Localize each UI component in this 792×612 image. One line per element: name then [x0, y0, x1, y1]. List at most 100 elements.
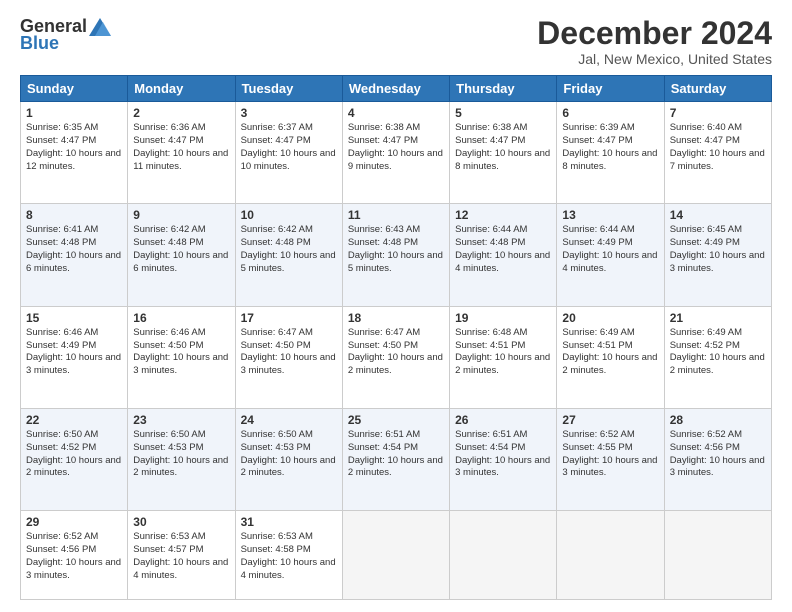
day-info: Sunset: 4:48 PM	[455, 237, 551, 250]
day-info: Sunrise: 6:44 AM	[455, 224, 551, 237]
col-tuesday: Tuesday	[235, 76, 342, 102]
table-row: 4Sunrise: 6:38 AMSunset: 4:47 PMDaylight…	[342, 102, 449, 204]
day-info: Daylight: 10 hours and 2 minutes.	[133, 455, 229, 481]
day-number: 26	[455, 413, 551, 427]
day-info: Sunset: 4:52 PM	[26, 442, 122, 455]
day-info: Sunrise: 6:35 AM	[26, 122, 122, 135]
day-info: Daylight: 10 hours and 8 minutes.	[455, 148, 551, 174]
table-row: 31Sunrise: 6:53 AMSunset: 4:58 PMDayligh…	[235, 511, 342, 600]
day-info: Daylight: 10 hours and 2 minutes.	[348, 455, 444, 481]
day-info: Daylight: 10 hours and 3 minutes.	[241, 352, 337, 378]
calendar-header-row: Sunday Monday Tuesday Wednesday Thursday…	[21, 76, 772, 102]
day-info: Sunset: 4:50 PM	[241, 340, 337, 353]
day-number: 3	[241, 106, 337, 120]
day-info: Sunset: 4:47 PM	[348, 135, 444, 148]
table-row: 11Sunrise: 6:43 AMSunset: 4:48 PMDayligh…	[342, 204, 449, 306]
day-info: Daylight: 10 hours and 4 minutes.	[241, 557, 337, 583]
logo-blue: Blue	[20, 33, 59, 54]
col-wednesday: Wednesday	[342, 76, 449, 102]
day-info: Sunrise: 6:40 AM	[670, 122, 766, 135]
table-row: 17Sunrise: 6:47 AMSunset: 4:50 PMDayligh…	[235, 306, 342, 408]
table-row: 25Sunrise: 6:51 AMSunset: 4:54 PMDayligh…	[342, 409, 449, 511]
table-row: 24Sunrise: 6:50 AMSunset: 4:53 PMDayligh…	[235, 409, 342, 511]
table-row: 1Sunrise: 6:35 AMSunset: 4:47 PMDaylight…	[21, 102, 128, 204]
day-info: Sunrise: 6:46 AM	[133, 327, 229, 340]
day-info: Sunset: 4:56 PM	[26, 544, 122, 557]
day-info: Sunset: 4:48 PM	[348, 237, 444, 250]
day-number: 17	[241, 311, 337, 325]
day-info: Sunset: 4:54 PM	[348, 442, 444, 455]
day-info: Daylight: 10 hours and 2 minutes.	[241, 455, 337, 481]
table-row: 30Sunrise: 6:53 AMSunset: 4:57 PMDayligh…	[128, 511, 235, 600]
day-number: 13	[562, 208, 658, 222]
day-info: Sunset: 4:47 PM	[241, 135, 337, 148]
day-info: Sunset: 4:58 PM	[241, 544, 337, 557]
table-row	[664, 511, 771, 600]
day-number: 9	[133, 208, 229, 222]
day-info: Sunrise: 6:36 AM	[133, 122, 229, 135]
day-info: Sunrise: 6:42 AM	[133, 224, 229, 237]
table-row: 22Sunrise: 6:50 AMSunset: 4:52 PMDayligh…	[21, 409, 128, 511]
col-thursday: Thursday	[450, 76, 557, 102]
table-row: 3Sunrise: 6:37 AMSunset: 4:47 PMDaylight…	[235, 102, 342, 204]
table-row: 7Sunrise: 6:40 AMSunset: 4:47 PMDaylight…	[664, 102, 771, 204]
day-info: Sunset: 4:54 PM	[455, 442, 551, 455]
day-number: 23	[133, 413, 229, 427]
col-friday: Friday	[557, 76, 664, 102]
day-info: Daylight: 10 hours and 3 minutes.	[562, 455, 658, 481]
day-number: 14	[670, 208, 766, 222]
day-info: Sunrise: 6:38 AM	[348, 122, 444, 135]
day-info: Sunset: 4:51 PM	[455, 340, 551, 353]
table-row: 23Sunrise: 6:50 AMSunset: 4:53 PMDayligh…	[128, 409, 235, 511]
day-info: Sunrise: 6:43 AM	[348, 224, 444, 237]
day-info: Daylight: 10 hours and 2 minutes.	[455, 352, 551, 378]
day-info: Sunrise: 6:48 AM	[455, 327, 551, 340]
table-row: 21Sunrise: 6:49 AMSunset: 4:52 PMDayligh…	[664, 306, 771, 408]
day-info: Sunset: 4:48 PM	[133, 237, 229, 250]
day-number: 29	[26, 515, 122, 529]
table-row: 15Sunrise: 6:46 AMSunset: 4:49 PMDayligh…	[21, 306, 128, 408]
day-info: Daylight: 10 hours and 11 minutes.	[133, 148, 229, 174]
day-info: Sunrise: 6:52 AM	[562, 429, 658, 442]
day-info: Sunset: 4:47 PM	[26, 135, 122, 148]
header: General Blue December 2024 Jal, New Mexi…	[20, 16, 772, 67]
day-info: Sunrise: 6:51 AM	[348, 429, 444, 442]
day-info: Sunset: 4:48 PM	[241, 237, 337, 250]
day-number: 1	[26, 106, 122, 120]
day-info: Sunset: 4:50 PM	[348, 340, 444, 353]
day-info: Sunrise: 6:49 AM	[670, 327, 766, 340]
day-info: Sunset: 4:49 PM	[562, 237, 658, 250]
day-info: Sunset: 4:47 PM	[133, 135, 229, 148]
day-number: 18	[348, 311, 444, 325]
table-row: 9Sunrise: 6:42 AMSunset: 4:48 PMDaylight…	[128, 204, 235, 306]
day-info: Sunrise: 6:53 AM	[133, 531, 229, 544]
day-number: 15	[26, 311, 122, 325]
day-number: 6	[562, 106, 658, 120]
table-row	[450, 511, 557, 600]
day-info: Daylight: 10 hours and 3 minutes.	[455, 455, 551, 481]
day-info: Daylight: 10 hours and 3 minutes.	[133, 352, 229, 378]
table-row: 5Sunrise: 6:38 AMSunset: 4:47 PMDaylight…	[450, 102, 557, 204]
day-number: 16	[133, 311, 229, 325]
day-info: Daylight: 10 hours and 4 minutes.	[133, 557, 229, 583]
day-number: 7	[670, 106, 766, 120]
table-row: 20Sunrise: 6:49 AMSunset: 4:51 PMDayligh…	[557, 306, 664, 408]
day-number: 5	[455, 106, 551, 120]
day-info: Sunset: 4:47 PM	[455, 135, 551, 148]
day-info: Daylight: 10 hours and 3 minutes.	[670, 250, 766, 276]
table-row: 18Sunrise: 6:47 AMSunset: 4:50 PMDayligh…	[342, 306, 449, 408]
page: General Blue December 2024 Jal, New Mexi…	[0, 0, 792, 612]
table-row: 8Sunrise: 6:41 AMSunset: 4:48 PMDaylight…	[21, 204, 128, 306]
day-info: Sunset: 4:53 PM	[133, 442, 229, 455]
day-info: Sunset: 4:48 PM	[26, 237, 122, 250]
day-info: Sunrise: 6:44 AM	[562, 224, 658, 237]
day-info: Daylight: 10 hours and 5 minutes.	[241, 250, 337, 276]
day-info: Daylight: 10 hours and 4 minutes.	[562, 250, 658, 276]
day-info: Daylight: 10 hours and 2 minutes.	[670, 352, 766, 378]
day-number: 4	[348, 106, 444, 120]
table-row	[342, 511, 449, 600]
day-number: 11	[348, 208, 444, 222]
table-row: 12Sunrise: 6:44 AMSunset: 4:48 PMDayligh…	[450, 204, 557, 306]
table-row: 28Sunrise: 6:52 AMSunset: 4:56 PMDayligh…	[664, 409, 771, 511]
day-info: Sunrise: 6:47 AM	[348, 327, 444, 340]
